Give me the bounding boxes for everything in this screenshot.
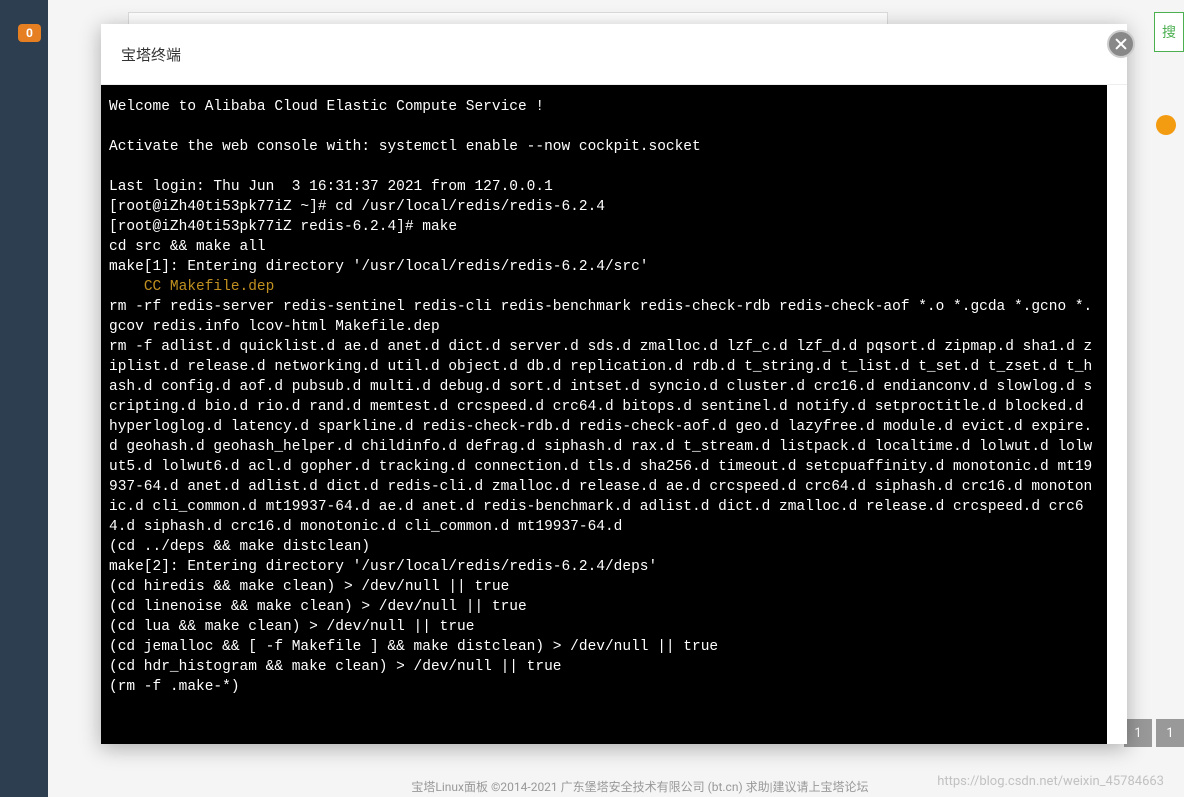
pagination-page-1[interactable]: 1	[1124, 719, 1152, 747]
terminal-modal: 宝塔终端 Welcome to Alibaba Cloud Elastic Co…	[101, 24, 1127, 744]
terminal-line: Welcome to Alibaba Cloud Elastic Compute…	[109, 99, 544, 115]
terminal-line: (cd lua && make clean) > /dev/null || tr…	[109, 619, 474, 635]
modal-header: 宝塔终端	[101, 24, 1127, 85]
terminal-line: make[1]: Entering directory '/usr/local/…	[109, 259, 649, 275]
terminal-line: (cd hdr_histogram && make clean) > /dev/…	[109, 659, 561, 675]
terminal-line: (rm -f .make-*)	[109, 679, 240, 695]
terminal-prompt: [root@iZh40ti53pk77iZ ~]# cd /usr/local/…	[109, 199, 605, 215]
terminal-line: (cd linenoise && make clean) > /dev/null…	[109, 599, 527, 615]
terminal-prompt: [root@iZh40ti53pk77iZ redis-6.2.	[109, 219, 387, 235]
terminal-line: Activate the web console with: systemctl…	[109, 139, 701, 155]
terminal-line: (cd ../deps && make distclean)	[109, 539, 370, 555]
terminal-wrapper: Welcome to Alibaba Cloud Elastic Compute…	[101, 85, 1127, 744]
terminal-line: make[2]: Entering directory '/usr/local/…	[109, 559, 657, 575]
terminal-command-highlighted: 4]# make	[387, 219, 457, 235]
search-button[interactable]: 搜	[1154, 12, 1184, 52]
notification-badge[interactable]: 0	[18, 24, 41, 42]
terminal-line: Last login: Thu Jun 3 16:31:37 2021 from…	[109, 179, 553, 195]
terminal-cc-line: CC Makefile.dep	[109, 279, 274, 295]
warning-icon	[1156, 115, 1176, 135]
watermark-text: https://blog.csdn.net/weixin_45784663	[937, 774, 1164, 789]
terminal-line: (cd jemalloc && [ -f Makefile ] && make …	[109, 639, 718, 655]
modal-title: 宝塔终端	[121, 44, 181, 65]
pagination-page-2[interactable]: 1	[1156, 719, 1184, 747]
close-icon[interactable]	[1107, 30, 1135, 58]
terminal-line: cd src && make all	[109, 239, 266, 255]
sidebar	[0, 0, 48, 797]
terminal-output[interactable]: Welcome to Alibaba Cloud Elastic Compute…	[101, 85, 1107, 744]
pagination: 1 1	[1124, 719, 1184, 747]
terminal-line: rm -rf redis-server redis-sentinel redis…	[109, 299, 1092, 335]
terminal-line: rm -f adlist.d quicklist.d ae.d anet.d d…	[109, 339, 1092, 535]
terminal-line: (cd hiredis && make clean) > /dev/null |…	[109, 579, 509, 595]
